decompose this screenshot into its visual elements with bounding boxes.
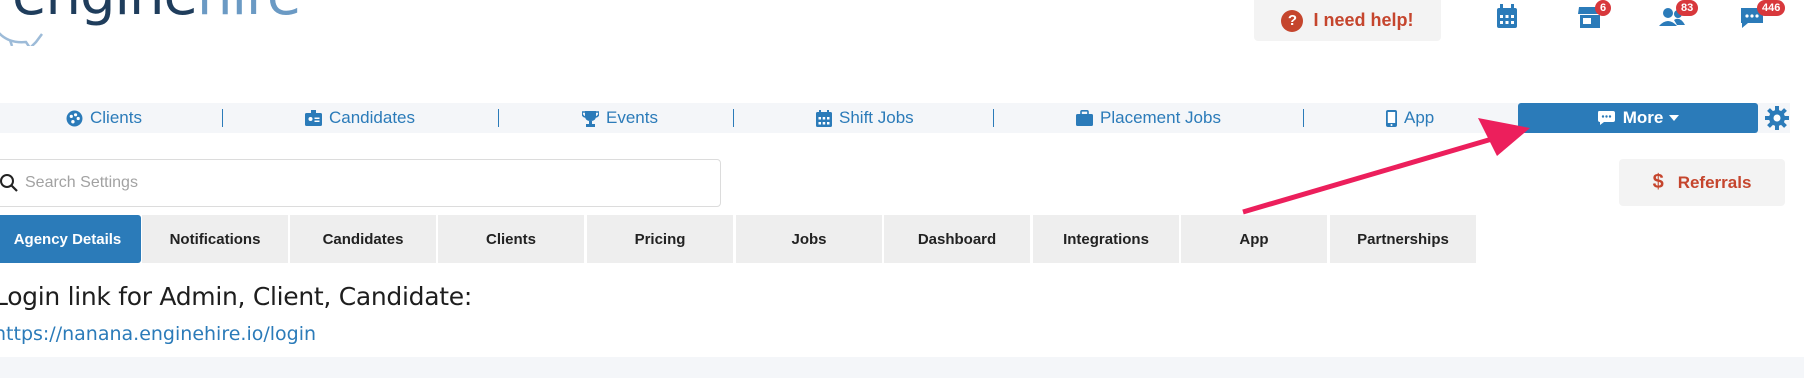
caret-down-icon bbox=[1669, 115, 1680, 121]
nav-label: App bbox=[1404, 108, 1435, 127]
search-icon bbox=[0, 174, 18, 192]
tab-notifications[interactable]: Notifications bbox=[142, 215, 288, 263]
login-url-link[interactable]: https://nanana.enginehire.io/login bbox=[0, 323, 316, 345]
nav-divider bbox=[222, 109, 223, 127]
nav-divider bbox=[733, 109, 734, 127]
more-label: More bbox=[1622, 108, 1664, 127]
search-input[interactable] bbox=[23, 173, 677, 193]
nav-item-app[interactable]: App bbox=[1386, 103, 1434, 133]
users-badge: 83 bbox=[1676, 0, 1699, 16]
briefcase-icon bbox=[1076, 110, 1093, 126]
tab-candidates[interactable]: Candidates bbox=[290, 215, 436, 263]
login-link-heading: Login link for Admin, Client, Candidate: bbox=[0, 282, 472, 311]
help-label: I need help! bbox=[1313, 10, 1414, 30]
chat-badge: 446 bbox=[1757, 0, 1786, 16]
tab-app[interactable]: App bbox=[1181, 215, 1327, 263]
store-badge: 6 bbox=[1595, 0, 1612, 16]
nav-item-events[interactable]: Events bbox=[582, 103, 658, 133]
nav-item-shift-jobs[interactable]: Shift Jobs bbox=[816, 103, 914, 133]
more-button[interactable]: More bbox=[1518, 103, 1758, 133]
enginehire-logo[interactable]: enginehire bbox=[0, 0, 301, 66]
tab-partnerships[interactable]: Partnerships bbox=[1330, 215, 1476, 263]
referrals-label: Referrals bbox=[1677, 172, 1752, 192]
dollar-icon: $ bbox=[1652, 171, 1664, 193]
settings-search-box bbox=[0, 159, 721, 207]
chat-icon[interactable]: 446 bbox=[1739, 0, 1786, 32]
calendar-icon bbox=[816, 109, 832, 127]
nav-label: Shift Jobs bbox=[839, 108, 914, 127]
tab-pricing[interactable]: Pricing bbox=[587, 215, 733, 263]
nav-label: Events bbox=[606, 108, 658, 127]
content-section-strip bbox=[0, 357, 1804, 378]
nav-label: Candidates bbox=[329, 108, 416, 127]
mobile-icon bbox=[1386, 109, 1397, 127]
nav-divider bbox=[498, 109, 499, 127]
help-button[interactable]: ? I need help! bbox=[1254, 0, 1441, 41]
tab-dashboard[interactable]: Dashboard bbox=[884, 215, 1030, 263]
nav-item-candidates[interactable]: Candidates bbox=[305, 103, 415, 133]
referrals-button[interactable]: $ Referrals bbox=[1619, 159, 1785, 206]
tab-integrations[interactable]: Integrations bbox=[1033, 215, 1179, 263]
tab-jobs[interactable]: Jobs bbox=[736, 215, 882, 263]
nav-label: Clients bbox=[90, 108, 142, 127]
nav-item-placement-jobs[interactable]: Placement Jobs bbox=[1076, 103, 1221, 133]
nav-label: Placement Jobs bbox=[1100, 108, 1221, 127]
tab-agency-details[interactable]: Agency Details bbox=[0, 215, 141, 263]
trophy-icon bbox=[582, 110, 599, 127]
nav-item-clients[interactable]: Clients bbox=[66, 103, 142, 133]
id-card-icon bbox=[305, 110, 322, 126]
tab-clients[interactable]: Clients bbox=[438, 215, 584, 263]
nav-divider bbox=[1303, 109, 1304, 127]
settings-gear-icon[interactable] bbox=[1765, 106, 1789, 135]
users-icon[interactable]: 83 bbox=[1658, 0, 1699, 32]
palette-icon bbox=[66, 110, 83, 126]
logo-text: enginehire bbox=[12, 0, 301, 24]
question-icon: ? bbox=[1281, 9, 1304, 32]
store-icon[interactable]: 6 bbox=[1577, 0, 1612, 32]
nav-divider bbox=[993, 109, 994, 127]
comments-icon bbox=[1597, 111, 1615, 125]
calendar-icon[interactable] bbox=[1495, 4, 1523, 32]
